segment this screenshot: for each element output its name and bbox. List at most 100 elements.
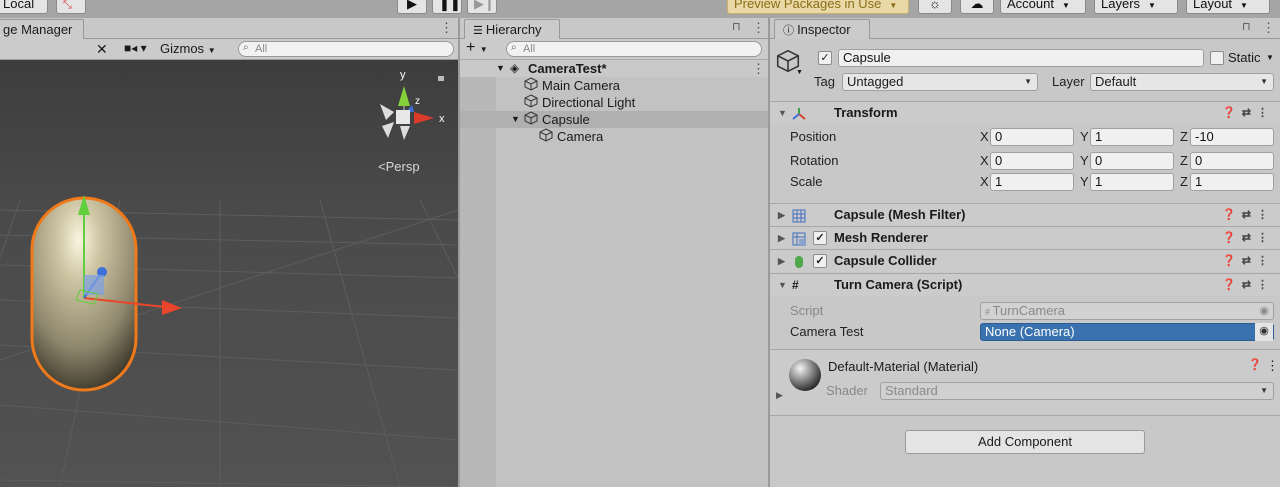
divider: [770, 415, 1280, 416]
component-header-icons[interactable]: ❓⇄⋮: [1222, 204, 1274, 226]
foldout-arrow-icon[interactable]: ▼: [496, 60, 505, 77]
foldout-arrow-icon[interactable]: ▶: [778, 204, 785, 226]
script-field: # TurnCamera ◉: [980, 302, 1274, 320]
layout-dropdown[interactable]: Layout ▼: [1186, 0, 1270, 14]
svg-text:y: y: [400, 69, 406, 81]
more-options-icon[interactable]: ⋮: [1266, 358, 1279, 374]
help-icon[interactable]: ❓: [1248, 358, 1262, 371]
active-checkbox[interactable]: ✓: [818, 51, 832, 65]
mesh-filter-header[interactable]: ▶ Capsule (Mesh Filter) ❓⇄⋮: [770, 203, 1280, 226]
object-picker-icon[interactable]: ◉: [1255, 323, 1273, 341]
main-toolbar: Local ⤡ ▶ ❚❚ ▶❙ Preview Packages in Use ▼…: [0, 0, 1280, 18]
list-item[interactable]: Main Camera: [460, 77, 768, 94]
info-icon: ⓘ: [783, 25, 798, 37]
position-y-field[interactable]: 1: [1090, 128, 1174, 146]
static-label: Static: [1228, 50, 1261, 65]
pivot-rotation-toggle[interactable]: Local: [0, 0, 48, 14]
chevron-down-icon[interactable]: ▼: [796, 69, 803, 76]
component-header-icons[interactable]: ❓⇄⋮: [1222, 102, 1274, 124]
scene-canvas[interactable]: y x z <Persp: [0, 60, 458, 487]
lock-icon[interactable]: ⊓: [1242, 20, 1251, 33]
tools-icon[interactable]: ✕: [96, 41, 108, 58]
layer-dropdown[interactable]: Default ▼: [1090, 73, 1274, 91]
persp-label[interactable]: <Persp: [378, 159, 420, 174]
position-x-field[interactable]: 0: [990, 128, 1074, 146]
persp-icon: <: [378, 159, 386, 174]
svg-text:x: x: [439, 113, 445, 125]
list-item[interactable]: ▼ ◈ CameraTest* ⋮: [460, 60, 768, 77]
transform-header[interactable]: ▼ Transform ❓⇄⋮: [770, 101, 1280, 124]
rotation-x-field[interactable]: 0: [990, 152, 1074, 170]
step-button[interactable]: ▶❙: [467, 0, 497, 14]
more-options-icon[interactable]: ⋮: [752, 60, 765, 77]
list-item[interactable]: Directional Light: [460, 94, 768, 111]
list-icon: ☰: [473, 25, 486, 37]
rotation-y-field[interactable]: 0: [1090, 152, 1174, 170]
component-header-icons[interactable]: ❓⇄⋮: [1222, 250, 1274, 272]
gizmos-dropdown[interactable]: Gizmos ▼: [160, 41, 216, 56]
script-icon: #: [985, 307, 993, 317]
mesh-renderer-header[interactable]: ▶ ✓ Mesh Renderer ❓⇄⋮: [770, 226, 1280, 249]
static-checkbox[interactable]: [1210, 51, 1224, 65]
object-name-field[interactable]: Capsule: [838, 49, 1204, 67]
capsule-collider-checkbox[interactable]: ✓: [813, 254, 827, 268]
foldout-arrow-icon[interactable]: ▶: [778, 250, 785, 272]
foldout-arrow-icon[interactable]: ▼: [511, 111, 520, 128]
foldout-arrow-icon[interactable]: ▶: [778, 227, 785, 249]
capsule-collider-header[interactable]: ▶ ✓ Capsule Collider ❓⇄⋮: [770, 249, 1280, 272]
material-sphere-icon: [788, 358, 822, 395]
gameobject-icon: [539, 128, 553, 146]
hierarchy-search-input[interactable]: ⌕ All: [506, 41, 762, 57]
tab-scene[interactable]: ge Manager: [0, 19, 84, 39]
scene-toolbar: ✕ ■◂ ▾ Gizmos ▼ ⌕ All: [0, 39, 458, 60]
list-item[interactable]: Camera: [460, 128, 768, 145]
lock-icon[interactable]: ⊓: [732, 20, 741, 33]
preview-packages-button[interactable]: Preview Packages in Use ▼: [727, 0, 909, 14]
list-item[interactable]: ▼ Capsule: [460, 111, 768, 128]
gameobject-icon: [524, 77, 538, 95]
more-options-icon[interactable]: ⋮: [440, 20, 453, 36]
foldout-arrow-icon[interactable]: ▼: [778, 102, 787, 124]
hierarchy-toolbar: + ▼ ⌕ All: [460, 39, 768, 60]
scale-y-field[interactable]: 1: [1090, 173, 1174, 191]
mesh-renderer-checkbox[interactable]: ✓: [813, 231, 827, 245]
add-component-button[interactable]: Add Component: [905, 430, 1145, 454]
play-button[interactable]: ▶: [397, 0, 427, 14]
add-object-button[interactable]: + ▼: [466, 39, 488, 57]
more-options-icon[interactable]: ⋮: [752, 20, 765, 36]
light-icon[interactable]: ☼: [918, 0, 952, 14]
scene-search-input[interactable]: ⌕ All: [238, 41, 454, 57]
account-dropdown[interactable]: Account ▼: [1000, 0, 1086, 14]
tag-dropdown[interactable]: Untagged ▼: [842, 73, 1038, 91]
gameobject-icon: [524, 111, 538, 129]
material-section: ▶ Default-Material (Material) ❓ ⋮ Shader…: [770, 349, 1280, 415]
transform-icon: [792, 106, 806, 120]
tab-hierarchy[interactable]: ☰ Hierarchy: [464, 19, 560, 39]
snap-icon[interactable]: ⤡: [56, 0, 86, 14]
more-options-icon[interactable]: ⋮: [1262, 20, 1275, 36]
tag-label: Tag: [814, 74, 835, 89]
component-header-icons[interactable]: ❓⇄⋮: [1222, 274, 1274, 296]
scene-viewport[interactable]: y x z <Persp: [0, 60, 458, 487]
rotation-z-field[interactable]: 0: [1190, 152, 1274, 170]
script-icon: #: [792, 278, 799, 292]
scale-x-field[interactable]: 1: [990, 173, 1074, 191]
camera-test-field[interactable]: None (Camera) ◉: [980, 323, 1274, 341]
scale-z-field[interactable]: 1: [1190, 173, 1274, 191]
tab-inspector[interactable]: ⓘ Inspector: [774, 19, 870, 39]
panel-divider[interactable]: [458, 18, 460, 487]
layer-label: Layer: [1052, 74, 1085, 89]
foldout-arrow-icon[interactable]: ▼: [778, 274, 787, 296]
scene-tab-bar: ge Manager ⋮: [0, 18, 458, 39]
script-component-header[interactable]: ▼ # Turn Camera (Script) ❓⇄⋮: [770, 273, 1280, 296]
layers-dropdown[interactable]: Layers ▼: [1094, 0, 1178, 14]
cloud-icon[interactable]: ☁: [960, 0, 994, 14]
pause-button[interactable]: ❚❚: [432, 0, 462, 14]
foldout-arrow-icon[interactable]: ▶: [776, 390, 783, 401]
static-dropdown[interactable]: ▼: [1266, 49, 1274, 67]
lock-icon[interactable]: [438, 76, 444, 81]
camera-icon[interactable]: ■◂ ▾: [124, 41, 147, 55]
component-header-icons[interactable]: ❓⇄⋮: [1222, 227, 1274, 249]
inspector-tab-bar: ⓘ Inspector ⊓ ⋮: [770, 18, 1280, 39]
position-z-field[interactable]: -10: [1190, 128, 1274, 146]
